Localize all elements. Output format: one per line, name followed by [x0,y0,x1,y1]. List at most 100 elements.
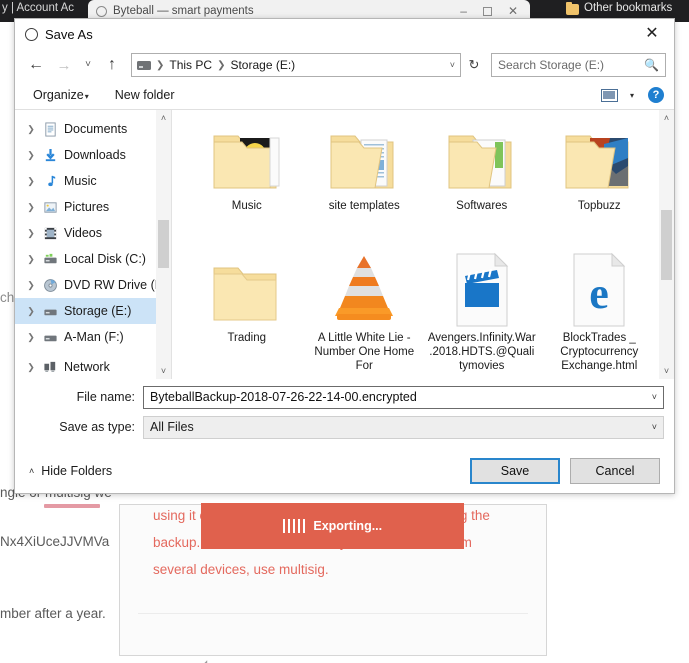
close-window-button[interactable]: ✕ [508,5,518,17]
help-icon[interactable]: ? [648,87,664,103]
file-list-scrollbar[interactable]: ˄ ˅ [659,110,674,379]
scrollbar-thumb[interactable] [158,220,169,268]
scroll-down-arrow-icon[interactable]: ˅ [664,363,669,379]
chevron-down-icon[interactable]: ˅ [652,422,657,432]
folder-with-image-icon [208,118,286,196]
navigation-pane: ❯ Documents ❯ Downloads ❯ Music ❯ Pictur… [15,110,171,379]
save-as-type-value: All Files [150,420,194,434]
sidebar-item-storage-e[interactable]: ❯ Storage (E:) [15,298,171,324]
scroll-up-arrow-icon[interactable]: ˄ [664,110,669,126]
maximize-button[interactable] [482,6,492,16]
sidebar-item-label: Music [64,174,97,188]
file-name-label: BlockTrades _ Cryptocurrency Exchange.ht… [560,332,639,372]
forward-button[interactable]: → [51,52,77,78]
navigation-pane-scrollbar[interactable]: ˄ ˅ [156,110,171,379]
breadcrumb-storage-e[interactable]: Storage (E:) [230,58,295,72]
organize-label: Organize [33,88,84,102]
file-name-label: Avengers.Infinity.War.2018.HDTS.@Quality… [427,332,536,372]
file-name-input[interactable]: ByteballBackup-2018-07-26-22-14-00.encry… [143,385,664,409]
scroll-down-arrow-icon[interactable]: ˅ [161,363,166,379]
resize-grip-icon[interactable]: ◢ [198,658,210,663]
window-controls: – ✕ [460,5,522,17]
expand-chevron-icon[interactable]: ❯ [25,176,37,187]
chevron-up-icon: ˄ [29,466,35,476]
sidebar-item-label: Storage (E:) [64,304,132,318]
sidebar-item-a-man-f[interactable]: ❯ A-Man (F:) [15,324,171,350]
file-name-label: site templates [328,200,400,212]
sidebar-item-network[interactable]: ❯ Network [15,354,171,379]
hide-folders-button[interactable]: ˄ Hide Folders [29,464,112,478]
back-button[interactable]: ← [23,52,49,78]
strikethrough-mark [44,504,100,508]
breadcrumb-this-pc[interactable]: This PC [169,58,212,72]
video-file-icon [451,250,513,328]
browser-left-tab-label[interactable]: y | Account Ac [2,2,74,14]
list-item[interactable]: Avengers.Infinity.War.2018.HDTS.@Quality… [425,250,539,378]
drive-icon [42,304,59,319]
network-icon [42,360,59,375]
sidebar-item-music[interactable]: ❯ Music [15,168,171,194]
file-name-label: File name: [76,390,135,404]
expand-chevron-icon[interactable]: ❯ [25,254,37,265]
chevron-down-icon: ▾ [84,92,89,101]
file-name-label: Music [231,200,262,212]
save-button[interactable]: Save [470,458,560,484]
minimize-button[interactable]: – [460,5,467,17]
expand-chevron-icon[interactable]: ❯ [25,228,37,239]
editor-divider [138,613,528,614]
drive-icon [42,330,59,345]
chevron-down-icon[interactable]: ▾ [630,91,634,100]
sidebar-item-videos[interactable]: ❯ Videos [15,220,171,246]
local-disk-icon [42,252,59,267]
recent-locations-button[interactable]: ˅ [79,52,97,78]
list-item[interactable]: Topbuzz [543,118,657,246]
sidebar-item-downloads[interactable]: ❯ Downloads [15,142,171,168]
expand-chevron-icon[interactable]: ❯ [25,306,37,317]
dialog-titlebar: Save As ✕ [15,19,674,49]
expand-chevron-icon[interactable]: ❯ [25,202,37,213]
list-item[interactable]: Music [190,118,304,246]
list-item[interactable]: site templates [308,118,422,246]
expand-chevron-icon[interactable]: ❯ [25,362,37,373]
file-name-row: File name: ByteballBackup-2018-07-26-22-… [25,385,664,409]
expand-chevron-icon[interactable]: ❯ [25,150,37,161]
sidebar-item-pictures[interactable]: ❯ Pictures [15,194,171,220]
tab-loading-spinner-icon [96,5,107,17]
browser-tab-title: Byteball — smart payments [113,5,254,17]
scrollbar-thumb[interactable] [661,210,672,280]
loading-bars-icon [282,519,306,533]
view-layout-icon[interactable] [600,88,618,102]
sidebar-item-dvd-rw-drive[interactable]: ❯ DVD RW Drive (D [15,272,171,298]
save-as-type-select[interactable]: All Files ˅ [143,415,664,439]
search-input[interactable]: Search Storage (E:) 🔍 [491,53,666,77]
expand-chevron-icon[interactable]: ❯ [25,280,37,291]
list-item[interactable]: Trading [190,250,304,378]
file-name-label: Topbuzz [577,200,621,212]
list-item[interactable]: Softwares [425,118,539,246]
search-placeholder: Search Storage (E:) [498,58,605,72]
new-folder-button[interactable]: New folder [111,86,179,104]
chevron-down-icon[interactable]: ˅ [652,392,657,402]
breadcrumb-separator-icon: ❯ [217,59,226,71]
expand-chevron-icon[interactable]: ❯ [25,124,37,135]
sidebar-item-local-disk-c[interactable]: ❯ Local Disk (C:) [15,246,171,272]
refresh-button[interactable]: ↻ [463,53,485,77]
folder-with-docs-icon [325,118,403,196]
cancel-button[interactable]: Cancel [570,458,660,484]
downloads-icon [42,148,59,163]
list-item[interactable]: A Little White Lie - Number One Home For [308,250,422,378]
organize-button[interactable]: Organize▾ [29,86,93,104]
sidebar-item-label: Documents [64,122,128,136]
other-bookmarks-button[interactable]: Other bookmarks [584,2,672,14]
up-button[interactable]: ↑ [99,52,125,78]
list-item[interactable]: e BlockTrades _ Cryptocurrency Exchange.… [543,250,657,378]
chevron-down-icon[interactable]: ˅ [450,60,455,70]
article-edge-fragment: ch [0,290,15,305]
scroll-up-arrow-icon[interactable]: ˄ [161,110,166,126]
sidebar-item-documents[interactable]: ❯ Documents [15,116,171,142]
expand-chevron-icon[interactable]: ❯ [25,332,37,343]
vlc-media-icon [325,250,403,328]
dialog-close-button[interactable]: ✕ [630,19,674,49]
address-bar[interactable]: ❯ This PC ❯ Storage (E:) ˅ [131,53,461,77]
exporting-toast: Exporting... [201,503,464,549]
